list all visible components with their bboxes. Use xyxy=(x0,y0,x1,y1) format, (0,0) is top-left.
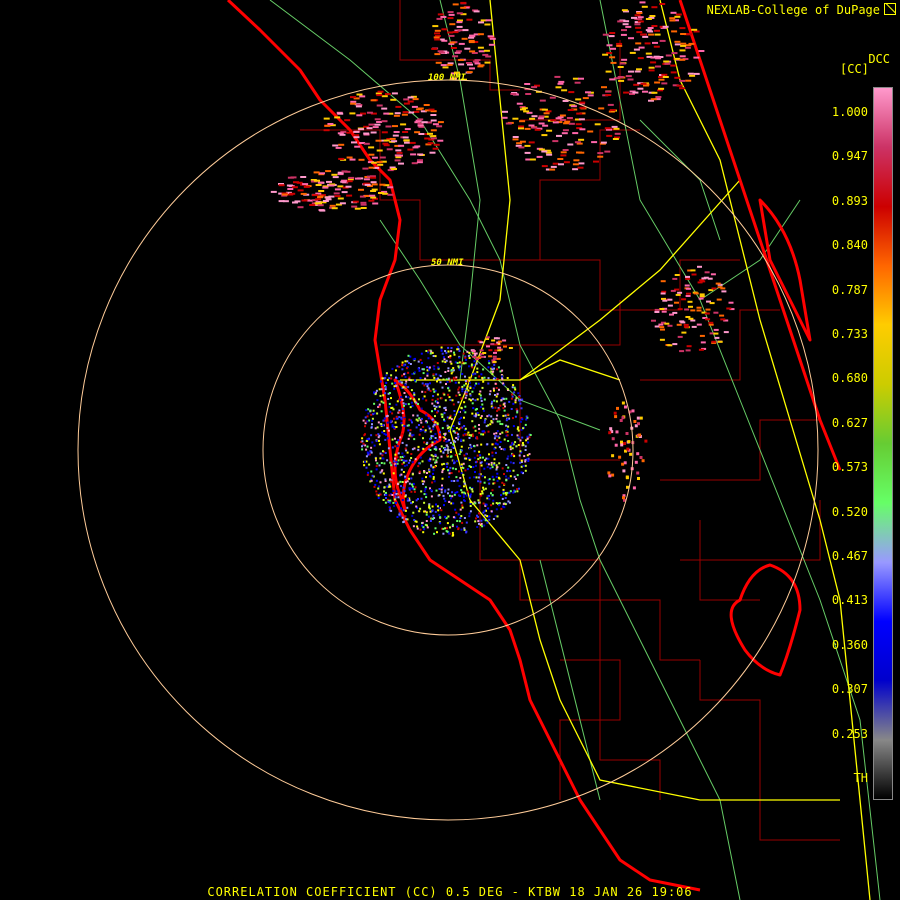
county-boundaries xyxy=(300,0,840,841)
color-scale-label: 0.413 xyxy=(831,593,868,608)
ring-label-50: 50 NMI xyxy=(431,258,464,268)
color-scale-label: 0.733 xyxy=(831,327,868,341)
color-scale-label: 0.627 xyxy=(831,415,868,430)
color-scale-label: 0.840 xyxy=(831,238,868,253)
logo-icon xyxy=(884,3,896,15)
color-scale-label: 0.467 xyxy=(831,549,868,563)
color-scale-label: TH xyxy=(853,771,868,785)
color-scale-label: 0.947 xyxy=(831,149,868,164)
product-footer: CORRELATION COEFFICIENT (CC) 0.5 DEG - K… xyxy=(207,885,693,899)
credit-text: NEXLAB-College of DuPage xyxy=(706,3,880,17)
florida-coastline xyxy=(226,0,842,892)
source-credit: NEXLAB-College of DuPage xyxy=(707,3,896,17)
color-scale-label: 0.680 xyxy=(831,371,868,386)
highways xyxy=(400,0,871,900)
color-scale-label: 0.253 xyxy=(831,726,868,741)
ring-label-100: 100 NMI xyxy=(428,73,466,83)
product-code: DCC xyxy=(868,52,890,66)
color-scale-label: 0.573 xyxy=(831,460,868,475)
radar-map xyxy=(77,0,881,900)
color-scale-bar xyxy=(873,87,893,800)
color-scale-label: 0.787 xyxy=(831,282,868,297)
color-scale-label: 1.000 xyxy=(831,105,868,119)
color-scale-label: 0.893 xyxy=(831,193,868,208)
color-scale-label: 0.307 xyxy=(831,682,868,697)
color-scale-label: 0.360 xyxy=(831,637,868,652)
color-scale-label: 0.520 xyxy=(831,504,868,519)
units-label: [CC] xyxy=(840,62,869,76)
